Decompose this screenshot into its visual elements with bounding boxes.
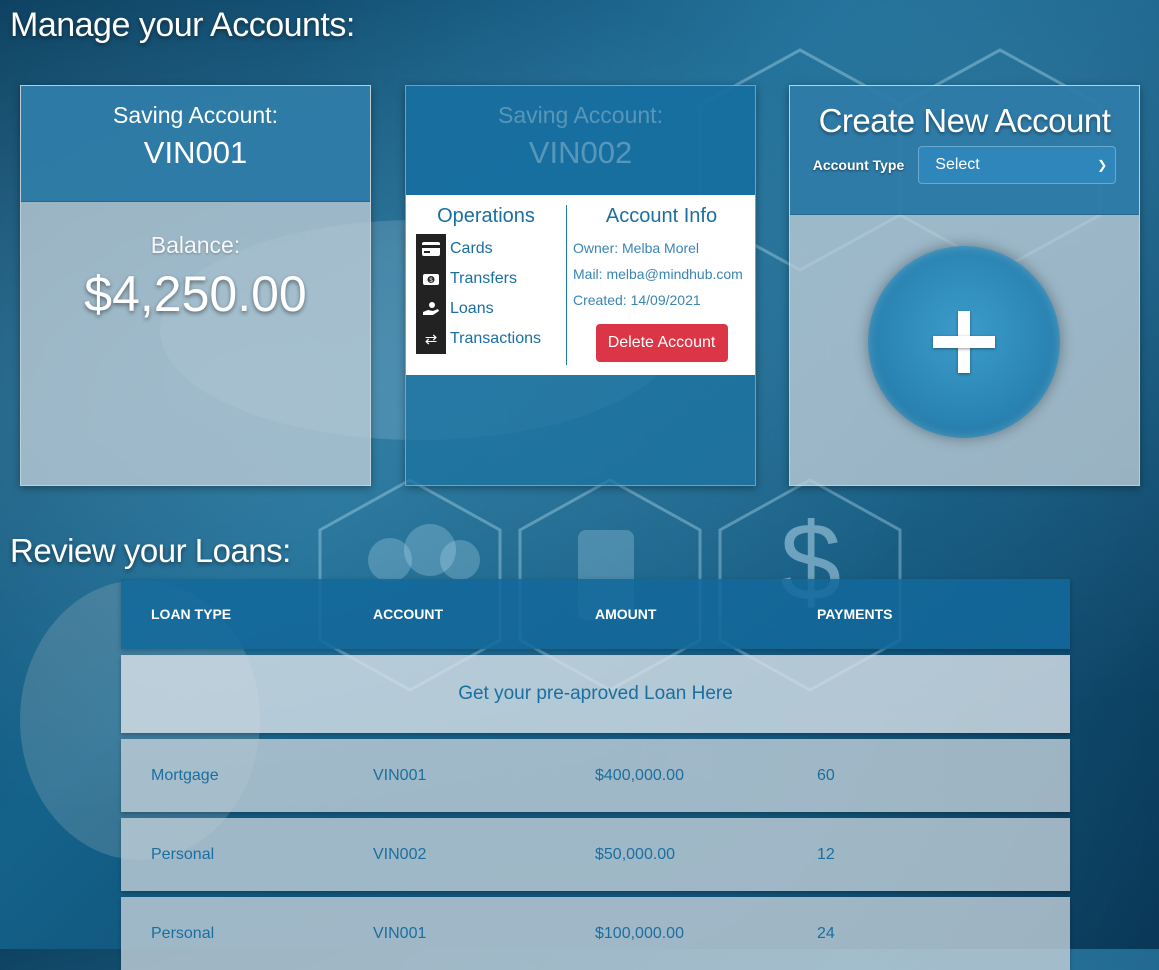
account-cell: VIN001	[373, 767, 427, 784]
balance-label: Balance:	[150, 232, 241, 258]
account-type-label: Saving Account:	[498, 102, 663, 128]
table-row: Personal VIN002 $50,000.00 12	[121, 818, 1070, 891]
arrows-exchange-icon: ⇄	[416, 324, 446, 354]
operation-cards[interactable]: Cards	[416, 234, 566, 264]
account-number: VIN002	[528, 135, 633, 170]
page-title: Manage your Accounts:	[10, 6, 355, 44]
credit-card-icon	[416, 234, 446, 264]
account-cell: VIN002	[373, 846, 427, 863]
table-row: Personal VIN001 $100,000.00 24	[121, 897, 1070, 970]
account-card-vin002[interactable]: Saving Account: VIN002 Operations Cards …	[405, 85, 756, 486]
delete-account-button[interactable]: Delete Account	[595, 324, 728, 362]
operation-label: Transfers	[450, 270, 517, 287]
account-details-panel: Operations Cards $ Transfers Loans ⇄ Tra…	[406, 195, 755, 375]
create-account-header: Create New Account Account Type Select ❯	[790, 86, 1139, 215]
header-loan-type: LOAN TYPE	[151, 606, 232, 622]
loan-type-cell: Personal	[151, 846, 215, 863]
operation-label: Cards	[450, 240, 493, 257]
create-account-title: Create New Account	[818, 102, 1111, 139]
operation-label: Transactions	[450, 330, 541, 347]
loan-type-cell: Mortgage	[151, 767, 219, 784]
table-header: LOAN TYPE ACCOUNT AMOUNT PAYMENTS	[121, 579, 1070, 649]
account-info-column: Account Info Owner: Melba Morel Mail: me…	[566, 205, 755, 365]
operations-title: Operations	[437, 205, 535, 227]
loan-type-cell: Personal	[151, 925, 215, 942]
operation-transfers[interactable]: $ Transfers	[416, 264, 566, 294]
balance-value: $4,250.00	[84, 266, 307, 322]
account-type-label: Saving Account:	[113, 102, 278, 128]
mail-text: Mail: melba@mindhub.com	[573, 266, 743, 282]
operations-column: Operations Cards $ Transfers Loans ⇄ Tra…	[406, 195, 566, 375]
amount-cell: $400,000.00	[595, 767, 684, 784]
table-row: Mortgage VIN001 $400,000.00 60	[121, 739, 1070, 812]
amount-cell: $50,000.00	[595, 846, 676, 863]
account-card-header: Saving Account: VIN001	[21, 86, 370, 202]
header-account: ACCOUNT	[373, 606, 443, 622]
account-number: VIN001	[143, 135, 248, 170]
operation-loans[interactable]: Loans	[416, 294, 566, 324]
account-cell: VIN001	[373, 925, 427, 942]
operation-label: Loans	[450, 300, 494, 317]
payments-cell: 60	[817, 767, 835, 784]
account-type-label: Account Type	[812, 157, 905, 173]
preapproved-loan-link[interactable]: Get your pre-aproved Loan Here	[121, 655, 1070, 733]
create-account-card: Create New Account Account Type Select ❯	[789, 85, 1140, 486]
operation-transactions[interactable]: ⇄ Transactions	[416, 324, 566, 354]
account-type-value: Select	[935, 156, 980, 173]
hand-money-icon	[416, 294, 446, 324]
payments-cell: 24	[817, 925, 835, 942]
loans-table: LOAN TYPE ACCOUNT AMOUNT PAYMENTS Get yo…	[121, 579, 1070, 970]
chevron-down-icon: ❯	[1097, 158, 1108, 172]
account-type-select[interactable]: Select ❯	[918, 146, 1117, 184]
account-card-header: Saving Account: VIN002	[406, 86, 755, 202]
money-transfer-icon: $	[416, 264, 446, 294]
header-amount: AMOUNT	[595, 606, 657, 622]
account-info-title: Account Info	[605, 205, 718, 227]
plus-icon	[933, 311, 995, 373]
loans-title: Review your Loans:	[10, 532, 291, 569]
account-type-row: Account Type Select ❯	[790, 146, 1139, 184]
header-payments: PAYMENTS	[817, 606, 893, 622]
owner-text: Owner: Melba Morel	[573, 240, 700, 256]
account-card-vin001[interactable]: Saving Account: VIN001 Balance: $4,250.0…	[20, 85, 371, 486]
created-text: Created: 14/09/2021	[573, 292, 701, 308]
payments-cell: 12	[817, 846, 835, 863]
add-account-button[interactable]	[868, 246, 1060, 438]
amount-cell: $100,000.00	[595, 925, 684, 942]
